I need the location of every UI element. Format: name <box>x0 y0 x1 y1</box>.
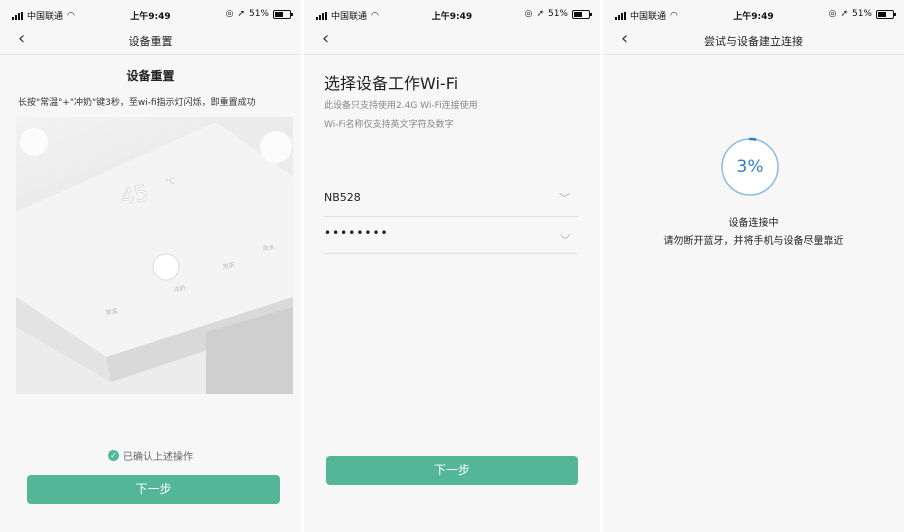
chevron-down-icon[interactable]: ﹀ <box>559 190 570 206</box>
wifi-password-field[interactable]: •••••••• ◡ <box>324 217 578 254</box>
device-photo: 45 °C 常温 冲奶 泡茶 洗水 <box>16 117 293 394</box>
eye-closed-icon[interactable]: ◡ <box>560 227 570 240</box>
nav-bar: ‹ <box>304 26 600 55</box>
battery-icon <box>273 9 293 19</box>
screen-device-reset: 中国联通 ◠ 上午9:49 ◎ ➚ 51% ‹ 设备重置 设备重置 长按"常温"… <box>0 0 301 532</box>
location-arrow-icon: ➚ <box>237 9 245 19</box>
battery-percent: 51% <box>547 9 568 19</box>
reset-instructions: 长按"常温"+"冲奶"键3秒，至wi-fi指示灯闪烁，即重置成功 <box>18 98 256 108</box>
lock-rotation-icon: ◎ <box>828 9 837 19</box>
status-bar: 中国联通 ◠ 上午9:49 ◎ ➚ 51% <box>0 0 301 26</box>
status-right: ◎ ➚ 51% <box>828 9 896 19</box>
wifi-name-field[interactable]: NB528 ﹀ <box>324 180 578 217</box>
next-button[interactable]: 下一步 <box>27 475 280 504</box>
page-heading: 选择设备工作Wi-Fi <box>324 74 459 93</box>
back-chevron-icon[interactable]: ‹ <box>322 30 329 48</box>
status-bar: 中国联通 ◠ 上午9:49 ◎ ➚ 51% <box>304 0 600 26</box>
status-right: ◎ ➚ 51% <box>524 9 592 19</box>
lock-rotation-icon: ◎ <box>524 9 533 19</box>
connection-hint: 请勿断开蓝牙，并将手机与设备尽量靠近 <box>663 236 844 247</box>
location-arrow-icon: ➚ <box>840 9 848 19</box>
location-arrow-icon: ➚ <box>536 9 544 19</box>
connection-status: 设备连接中 <box>728 218 779 229</box>
battery-percent: 51% <box>851 9 872 19</box>
wifi-tip-band: 此设备只支持使用2.4G Wi-Fi连接使用 <box>324 101 478 111</box>
lock-rotation-icon: ◎ <box>225 9 234 19</box>
nav-title: 设备重置 <box>128 35 173 48</box>
confirm-label: 已确认上述操作 <box>123 452 193 463</box>
battery-icon <box>572 9 592 19</box>
battery-icon <box>876 9 896 19</box>
checkmark-icon: ✓ <box>108 450 119 461</box>
status-right: ◎ ➚ 51% <box>225 9 293 19</box>
nav-bar: ‹ 尝试与设备建立连接 <box>603 26 904 55</box>
wifi-name-value: NB528 <box>324 191 361 204</box>
battery-percent: 51% <box>248 9 269 19</box>
nav-title: 尝试与设备建立连接 <box>704 35 803 48</box>
wifi-password-value: •••••••• <box>324 226 389 240</box>
screen-connecting: 中国联通 ◠ 上午9:49 ◎ ➚ 51% ‹ 尝试与设备建立连接 3% 设备连… <box>603 0 904 532</box>
page-heading: 设备重置 <box>126 69 175 83</box>
progress-percent: 3% <box>736 157 764 177</box>
next-button[interactable]: 下一步 <box>326 456 578 485</box>
screen-select-wifi: 中国联通 ◠ 上午9:49 ◎ ➚ 51% ‹ 选择设备工作Wi-Fi 此设备只… <box>304 0 600 532</box>
nav-bar: ‹ 设备重置 <box>0 26 301 55</box>
device-illustration: 45 °C 常温 冲奶 泡茶 洗水 <box>16 117 293 394</box>
wifi-tip-charset: Wi-Fi名称仅支持英文字符及数字 <box>324 120 454 130</box>
confirm-checkbox[interactable]: ✓ 已确认上述操作 <box>0 448 301 463</box>
status-bar: 中国联通 ◠ 上午9:49 ◎ ➚ 51% <box>603 0 904 26</box>
